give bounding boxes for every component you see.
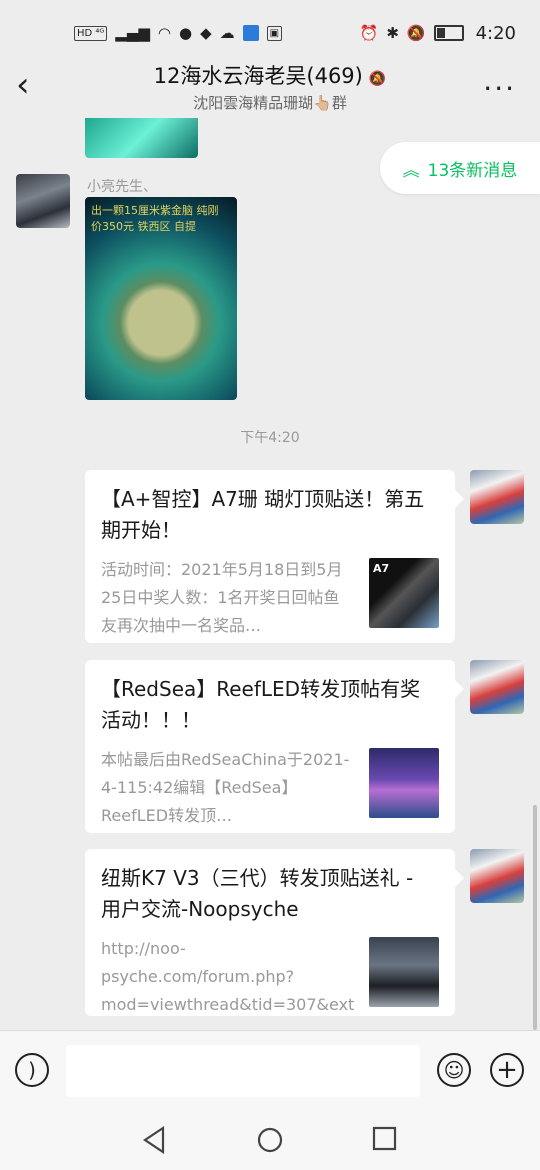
link-card-title: 【RedSea】ReefLED转发顶帖有奖活动！！！: [101, 677, 421, 732]
chat-subtitle: 沈阳雲海精品珊瑚👆🏼群: [193, 94, 347, 112]
chat-title: 12海水云海老吴(469) 🔕: [0, 60, 540, 90]
battery-icon: [433, 25, 464, 41]
wifi-icon: ◠: [157, 24, 171, 42]
sender-name: 小亮先生、: [87, 179, 157, 195]
signal-icon: ▂▄▆: [115, 24, 150, 42]
scrollbar[interactable]: [533, 805, 537, 1030]
link-card[interactable]: 【RedSea】ReefLED转发顶帖有奖活动！！！ 本帖最后由RedSeaCh…: [85, 660, 464, 833]
input-bar: ) ☺ +: [0, 1030, 540, 1111]
message-icon: ●: [179, 24, 193, 42]
voice-icon[interactable]: ): [15, 1053, 49, 1087]
message-input[interactable]: [66, 1045, 420, 1097]
triangle-back-icon[interactable]: [141, 1125, 169, 1155]
more-icon[interactable]: ···: [483, 72, 516, 105]
avatar[interactable]: [16, 174, 70, 228]
qq-icon: ◆: [200, 24, 212, 42]
avatar[interactable]: [470, 470, 524, 524]
cloud-icon: ☁: [219, 24, 235, 42]
image-caption: 出一颗15厘米紫金脑 纯刚 价350元 铁西区 自提: [91, 204, 219, 233]
new-messages-label: 13条新消息: [427, 160, 518, 181]
thumbnail-label: A7: [373, 562, 390, 575]
link-card-title: 【A+智控】A7珊 瑚灯顶贴送！第五期开始！: [101, 487, 425, 542]
group-name: 12海水云海老吴(469): [153, 64, 363, 88]
hd-badge: HD ⁴ᴳ: [74, 25, 108, 41]
link-card-desc: 活动时间：2021年5月18日到5月25日中奖人数：1名开奖日回帖鱼友再次抽中一…: [101, 560, 343, 635]
status-right: ⏰ ✱ 🔕 4:20: [360, 23, 516, 44]
link-card-desc: http://noo-psyche.com/forum.php?mod=view…: [101, 939, 355, 1014]
link-card-thumbnail: [369, 937, 439, 1007]
avatar[interactable]: [470, 849, 524, 903]
chat-header: ‹ 12海水云海老吴(469) 🔕 沈阳雲海精品珊瑚👆🏼群 ···: [0, 48, 540, 124]
system-nav-bar: [0, 1110, 540, 1170]
clock: 4:20: [475, 22, 516, 44]
link-card[interactable]: 纽斯K7 V3（三代）转发顶贴送礼 - 用户交流-Noopsyche http:…: [85, 849, 464, 1016]
status-left: HD ⁴ᴳ ▂▄▆ ◠ ● ◆ ☁ ▣: [74, 24, 283, 42]
link-card-desc: 本帖最后由RedSeaChina于2021-4-115:42编辑【RedSea】…: [101, 750, 350, 825]
app-icon: [242, 25, 259, 41]
emoji-icon[interactable]: ☺: [437, 1053, 471, 1087]
link-card-thumbnail: [369, 748, 439, 818]
link-card[interactable]: 【A+智控】A7珊 瑚灯顶贴送！第五期开始！ 活动时间：2021年5月18日到5…: [85, 470, 464, 643]
link-card-title: 纽斯K7 V3（三代）转发顶贴送礼 - 用户交流-Noopsyche: [101, 866, 414, 921]
image-message[interactable]: 出一颗15厘米紫金脑 纯刚 价350元 铁西区 自提: [85, 197, 237, 400]
circle-home-icon[interactable]: [256, 1126, 284, 1154]
plus-icon[interactable]: +: [490, 1053, 524, 1087]
alarm-icon: ⏰: [359, 24, 379, 42]
new-messages-button[interactable]: ︽ 13条新消息: [380, 142, 540, 194]
image-message-partial[interactable]: [85, 118, 198, 158]
message-timestamp: 下午4:20: [240, 430, 300, 446]
sms-icon: ▣: [266, 25, 283, 41]
avatar[interactable]: [470, 660, 524, 714]
bluetooth-icon: ✱: [386, 24, 399, 42]
square-recent-icon[interactable]: [372, 1126, 400, 1154]
bell-off-icon: 🔕: [368, 71, 387, 87]
double-chevron-up-icon: ︽: [402, 160, 420, 181]
mute-status-icon: 🔕: [406, 24, 426, 42]
link-card-thumbnail: A7: [369, 558, 439, 628]
